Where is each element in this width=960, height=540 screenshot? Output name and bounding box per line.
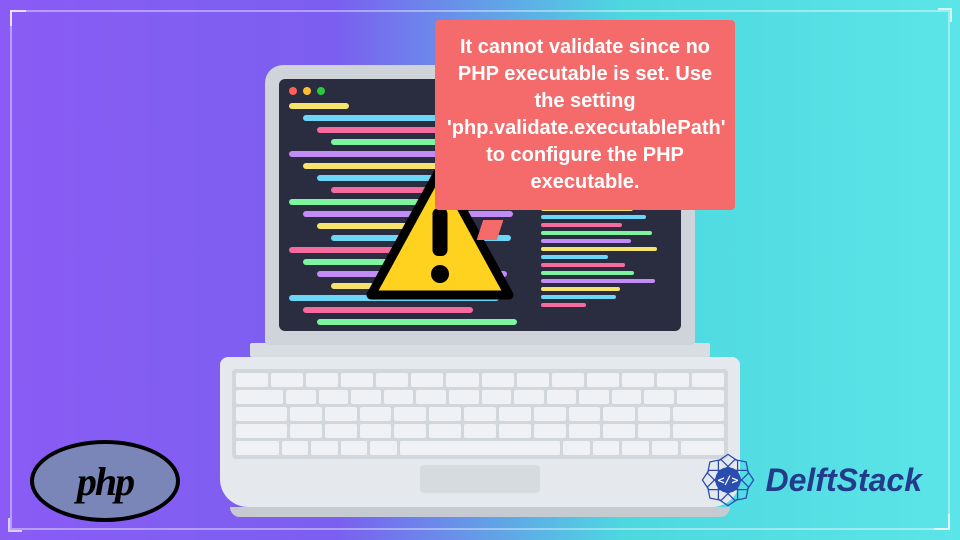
brand-name: DelftStack: [766, 462, 923, 499]
code-line: [289, 103, 349, 109]
key: [579, 390, 609, 404]
key: [552, 373, 584, 387]
key: [370, 441, 397, 455]
delftstack-badge-icon: </>: [696, 448, 760, 512]
key: [446, 373, 478, 387]
key: [499, 407, 531, 421]
key: [394, 407, 426, 421]
key: [514, 390, 544, 404]
key: [360, 407, 392, 421]
key: [236, 390, 283, 404]
trackpad: [420, 465, 540, 493]
key: [644, 390, 674, 404]
key: [673, 407, 724, 421]
key: [325, 424, 357, 438]
close-dot-icon: [289, 87, 297, 95]
key: [603, 424, 635, 438]
key: [290, 407, 322, 421]
error-speech-bubble: It cannot validate since no PHP executab…: [435, 20, 735, 210]
key: [464, 424, 496, 438]
key: [464, 407, 496, 421]
key: [622, 373, 654, 387]
key: [286, 390, 316, 404]
code-line: [541, 255, 608, 259]
window-traffic-lights: [289, 87, 325, 95]
key: [400, 441, 560, 455]
key: [311, 441, 338, 455]
code-line: [541, 239, 631, 243]
key: [341, 373, 373, 387]
php-logo-text: php: [77, 458, 133, 505]
key: [384, 390, 414, 404]
maximize-dot-icon: [317, 87, 325, 95]
code-line: [541, 231, 652, 235]
code-line: [541, 279, 655, 283]
key: [622, 441, 649, 455]
key: [593, 441, 620, 455]
key: [673, 424, 724, 438]
svg-text:</>: </>: [717, 473, 738, 487]
key: [603, 407, 635, 421]
key: [319, 390, 349, 404]
key: [271, 373, 303, 387]
php-logo: php: [30, 440, 180, 522]
code-line: [541, 287, 620, 291]
code-line: [541, 303, 586, 307]
code-line: [289, 151, 449, 157]
key: [677, 390, 724, 404]
key: [236, 373, 268, 387]
key: [325, 407, 357, 421]
key: [376, 373, 408, 387]
key: [282, 441, 309, 455]
key: [360, 424, 392, 438]
key: [429, 424, 461, 438]
minimize-dot-icon: [303, 87, 311, 95]
code-line: [541, 263, 625, 267]
code-line: [541, 295, 616, 299]
key: [652, 441, 679, 455]
frame-corner: [8, 518, 22, 532]
key: [534, 424, 566, 438]
code-line: [541, 247, 657, 251]
key: [416, 390, 446, 404]
key: [236, 407, 287, 421]
key: [449, 390, 479, 404]
key: [429, 407, 461, 421]
brand-logo: </> DelftStack: [696, 448, 923, 512]
key: [692, 373, 724, 387]
error-message-text: It cannot validate since no PHP executab…: [447, 36, 726, 193]
key: [411, 373, 443, 387]
key: [341, 441, 368, 455]
key: [517, 373, 549, 387]
code-line: [317, 319, 517, 325]
code-line: [541, 223, 622, 227]
key: [569, 424, 601, 438]
key: [482, 373, 514, 387]
key: [534, 407, 566, 421]
key: [587, 373, 619, 387]
frame-corner: [938, 8, 952, 22]
key: [482, 390, 512, 404]
key: [569, 407, 601, 421]
code-line: [541, 271, 634, 275]
key: [394, 424, 426, 438]
key: [290, 424, 322, 438]
key: [236, 441, 279, 455]
key: [499, 424, 531, 438]
key: [657, 373, 689, 387]
code-line: [541, 215, 646, 219]
key: [547, 390, 577, 404]
key: [612, 390, 642, 404]
laptop-keyboard: [220, 343, 740, 517]
key: [638, 407, 670, 421]
key: [236, 424, 287, 438]
key: [306, 373, 338, 387]
key: [351, 390, 381, 404]
key: [563, 441, 590, 455]
key: [638, 424, 670, 438]
